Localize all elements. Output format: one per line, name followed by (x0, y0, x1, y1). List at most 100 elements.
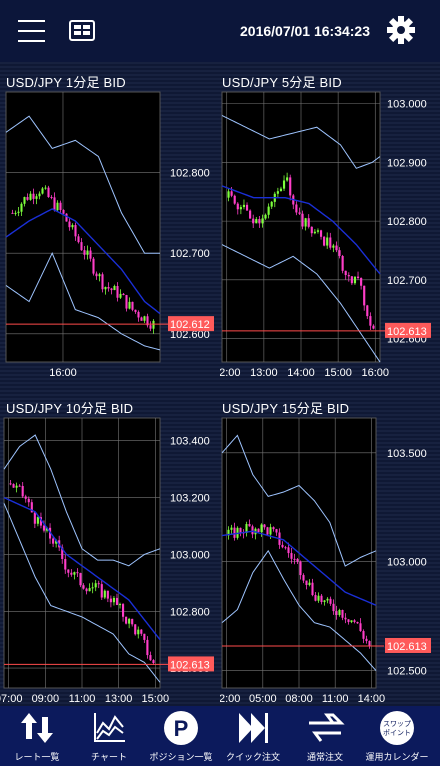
nav-normal-order[interactable]: 通常注文 (294, 706, 356, 766)
candle-body (38, 193, 41, 197)
candle-body (62, 209, 65, 214)
candle-body (282, 180, 286, 189)
swap-point-icon: スワップ ポイント (377, 709, 417, 747)
candle-body (335, 611, 338, 616)
candle-body (362, 631, 365, 639)
nav-chart[interactable]: チャート (78, 706, 140, 766)
candle-body (67, 569, 70, 573)
candle-body (251, 526, 254, 535)
nav-label: チャート (91, 752, 127, 762)
nav-label: レート一覧 (14, 752, 60, 762)
candle-body (53, 197, 56, 211)
chart-svg[interactable]: 02:00 05:00 08:00 11:00 14:00 103.500 103.000 1… (213, 386, 440, 706)
chart-panel-1min[interactable]: USD/JPY 1分足 BID 16:00 102.800 102.700 102.6… (0, 62, 220, 382)
candle-body (338, 250, 341, 256)
candle-body (143, 316, 146, 321)
candle-body (320, 595, 323, 603)
candle-body (314, 595, 317, 601)
candle-body (369, 316, 372, 326)
candle-body (140, 317, 143, 321)
y-tick-label: 103.500 (387, 448, 427, 460)
candle-body (146, 639, 149, 656)
candle-body (109, 598, 112, 603)
current-price-label: 102.613 (170, 659, 210, 671)
candle-body (100, 584, 103, 598)
candle-body (372, 325, 375, 329)
candle-body (131, 618, 134, 625)
candle-body (149, 655, 152, 661)
candle-body (242, 204, 246, 208)
x-tick-label: 16:00 (49, 367, 77, 379)
nav-label: 通常注文 (306, 752, 343, 762)
candle-body (73, 572, 76, 575)
candle-body (42, 525, 46, 531)
candle-body (70, 572, 73, 575)
swap-badge-line1: スワップ (383, 720, 411, 728)
candle-body (249, 210, 252, 219)
gear-icon[interactable] (387, 16, 415, 44)
candle-body (12, 484, 15, 488)
nav-label: ポジション一覧 (149, 752, 213, 762)
candle-body (95, 273, 98, 277)
candle-body (98, 274, 101, 277)
candle-body (137, 629, 140, 635)
candle-body (56, 202, 59, 211)
x-tick-label: 07:00 (0, 693, 22, 705)
nav-quick-order[interactable]: クイック注文 (222, 706, 284, 766)
nav-position-list[interactable]: P ポジション一覧 (149, 706, 213, 766)
chart-svg[interactable]: 07:00 09:00 11:00 13:00 15:00 103.400 103.200 1… (0, 386, 220, 706)
candle-body (270, 201, 273, 207)
candle-body (17, 211, 20, 213)
candle-body (236, 203, 239, 210)
chart-panel-10min[interactable]: USD/JPY 10分足 BID 07:00 09:00 11:00 13:00 15:… (0, 386, 220, 706)
chart-svg[interactable]: 16:00102.800102.700102.600102.612 (0, 62, 220, 382)
candle-body (11, 212, 14, 214)
candle-body (26, 197, 29, 200)
candle-body (106, 590, 109, 599)
chart-svg[interactable]: 12:00 13:00 14:00 15:00 16:00 103.000 102.900 1… (213, 62, 440, 382)
candle-body (14, 212, 17, 214)
chart-panel-15min[interactable]: USD/JPY 15分足 BID 02:00 05:00 08:00 11:00 14:… (213, 386, 440, 706)
candle-body (332, 245, 335, 248)
nav-swap-calendar[interactable]: スワップ ポイント 運用カレンダー (365, 706, 429, 766)
candle-body (33, 512, 36, 524)
candle-body (319, 230, 323, 237)
y-tick-label: 102.800 (387, 216, 427, 228)
nav-rate-list[interactable]: レート一覧 (6, 706, 68, 766)
grid-layout-icon[interactable] (69, 20, 95, 41)
candle-body (110, 288, 113, 291)
candle-body (104, 286, 107, 290)
y-tick-label: 102.800 (170, 168, 210, 180)
candle-body (143, 633, 146, 640)
chart-title: USD/JPY 5分足 BID (222, 75, 342, 90)
x-tick-label: 02:00 (220, 693, 240, 705)
chart-icon (89, 709, 129, 747)
candle-body (295, 204, 298, 213)
candle-body (50, 196, 53, 198)
candle-body (85, 588, 88, 592)
candle-body (118, 604, 122, 606)
candle-body (76, 572, 79, 574)
candle-body (299, 561, 302, 576)
x-tick-label: 14:00 (287, 367, 315, 379)
candle-body (353, 620, 356, 622)
candle-body (128, 618, 131, 624)
y-tick-label: 103.400 (170, 436, 210, 448)
candle-body (134, 624, 137, 635)
candle-body (347, 619, 350, 623)
candle-body (276, 191, 279, 194)
candle-body (128, 301, 131, 309)
candle-body (125, 616, 128, 624)
candle-body (239, 207, 242, 210)
candle-body (20, 203, 23, 212)
candle-body (286, 177, 289, 181)
candle-body (86, 250, 89, 255)
candle-body (74, 225, 77, 237)
quick-order-icon (233, 709, 273, 747)
chart-panel-5min[interactable]: USD/JPY 5分足 BID 12:00 13:00 14:00 15:00 16:0… (213, 62, 440, 382)
x-tick-label: 13:00 (105, 693, 133, 705)
hamburger-menu-icon[interactable] (18, 20, 45, 42)
candle-body (257, 528, 260, 532)
candle-body (316, 230, 320, 232)
candle-body (310, 226, 313, 234)
